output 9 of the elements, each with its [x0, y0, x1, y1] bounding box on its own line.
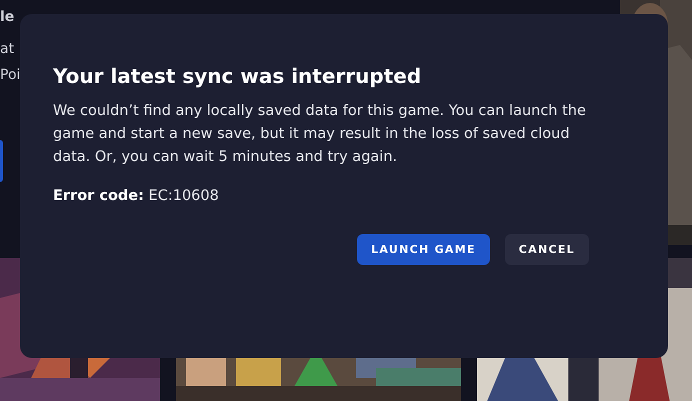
menu-text: at: [0, 40, 16, 59]
error-code: Error code: EC:10608: [53, 187, 219, 206]
menu-text: Poi: [0, 66, 22, 85]
menu-text: le: [0, 8, 16, 27]
dialog-message: We couldn’t find any locally saved data for this game. You can launch the game and start a new save, but it may result in the loss of saved cloud data. Or, you can wait 5 minutes and try again.: [53, 102, 587, 167]
launch-button[interactable]: LAUNCH GAME: [357, 234, 490, 265]
sidebar-button[interactable]: [0, 140, 3, 182]
cancel-button[interactable]: CANCEL: [504, 234, 589, 265]
dialog-title: Your latest sync was interrupted: [53, 63, 422, 90]
